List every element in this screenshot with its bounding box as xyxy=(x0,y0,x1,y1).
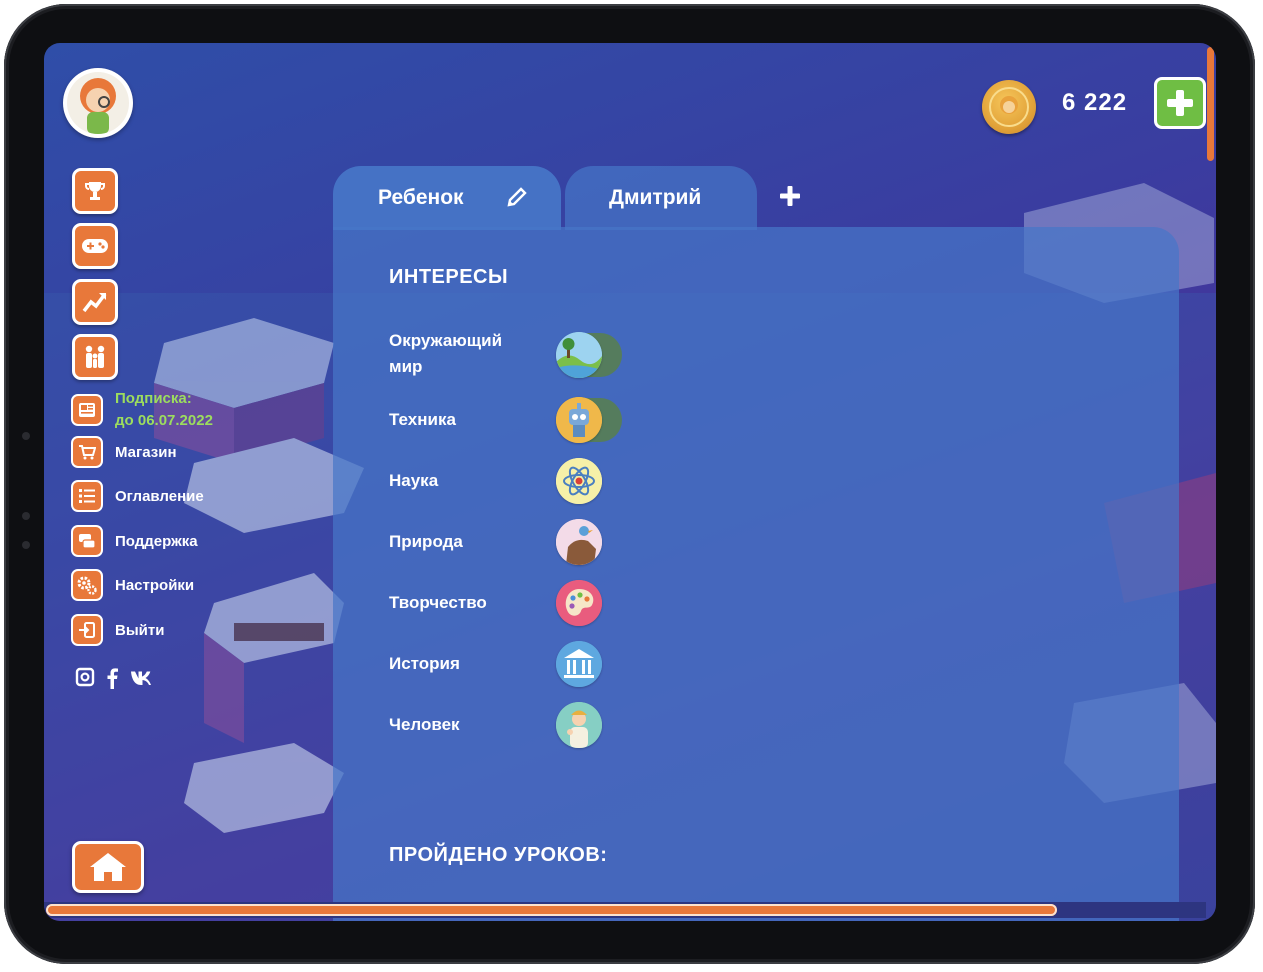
avatar-image xyxy=(67,72,129,134)
family-button[interactable] xyxy=(72,334,118,380)
subscription-info[interactable]: Подписка: до 06.07.2022 xyxy=(71,388,213,432)
lessons-title: ПРОЙДЕНО УРОКОВ: xyxy=(389,844,608,866)
interest-label: Человек xyxy=(389,715,460,734)
add-coins-button[interactable] xyxy=(1154,77,1206,129)
add-profile-plus-icon[interactable] xyxy=(779,185,801,207)
camera-dot xyxy=(22,432,30,440)
menu-item-logout[interactable]: Выйти xyxy=(71,612,164,648)
robot-icon xyxy=(556,397,602,443)
tab-label: Ребенок xyxy=(378,186,464,209)
instagram-icon[interactable] xyxy=(75,667,95,687)
tab-label: Дмитрий xyxy=(609,186,702,209)
user-avatar[interactable] xyxy=(63,68,133,138)
menu-item-label: Поддержка xyxy=(115,532,198,550)
scroll-indicator xyxy=(1207,47,1214,161)
interest-label: Творчество xyxy=(389,593,487,612)
home-icon xyxy=(90,853,126,881)
side-button xyxy=(22,541,30,549)
chat-icon xyxy=(71,525,103,557)
interest-label: Наука xyxy=(389,471,439,490)
chart-icon xyxy=(82,292,107,313)
atom-icon xyxy=(556,458,602,504)
progress-button[interactable] xyxy=(72,279,118,325)
newspaper-icon xyxy=(71,394,103,426)
menu-item-label: Магазин xyxy=(115,443,177,461)
interest-label: Окружающий мир xyxy=(389,331,503,376)
list-icon xyxy=(71,480,103,512)
edit-pencil-icon[interactable] xyxy=(505,185,529,209)
landscape-icon xyxy=(556,332,602,378)
gamepad-icon xyxy=(82,239,108,253)
person-icon xyxy=(556,702,602,748)
bird-dog-icon xyxy=(556,519,602,565)
menu-item-support[interactable]: Поддержка xyxy=(71,523,198,559)
tab-child[interactable]: Ребенок xyxy=(333,166,561,230)
interest-label: Техника xyxy=(389,410,456,429)
museum-icon xyxy=(556,641,602,687)
cart-icon xyxy=(71,436,103,468)
menu-item-label: Оглавление xyxy=(115,487,204,505)
facebook-icon[interactable] xyxy=(105,667,119,689)
coin-balance: 6 222 xyxy=(1062,89,1128,116)
vk-icon[interactable] xyxy=(130,670,154,686)
coin-icon xyxy=(982,80,1036,134)
menu-item-settings[interactable]: Настройки xyxy=(71,567,194,603)
palette-icon xyxy=(556,580,602,626)
interest-label: Природа xyxy=(389,532,463,551)
exit-icon xyxy=(71,614,103,646)
menu-item-shop[interactable]: Магазин xyxy=(71,434,177,470)
home-button[interactable] xyxy=(72,841,144,893)
plus-icon xyxy=(1167,90,1193,116)
side-button xyxy=(22,512,30,520)
subscription-date: до 06.07.2022 xyxy=(115,412,213,429)
subscription-label: Подписка: xyxy=(115,390,192,407)
menu-item-label: Настройки xyxy=(115,576,195,594)
interests-title: ИНТЕРЕСЫ xyxy=(389,266,509,288)
gears-icon xyxy=(71,569,103,601)
app-screen: Подписка: до 06.07.2022 Магазин Оглавлен… xyxy=(44,43,1216,921)
tab-dmitry[interactable]: Дмитрий xyxy=(565,166,757,230)
menu-item-contents[interactable]: Оглавление xyxy=(71,478,204,514)
achievements-button[interactable] xyxy=(72,168,118,214)
family-icon xyxy=(85,345,105,368)
interest-label: История xyxy=(389,654,460,673)
menu-item-label: Выйти xyxy=(115,621,165,639)
games-button[interactable] xyxy=(72,223,118,269)
trophy-icon xyxy=(85,182,105,200)
progress-bar xyxy=(46,904,1057,916)
